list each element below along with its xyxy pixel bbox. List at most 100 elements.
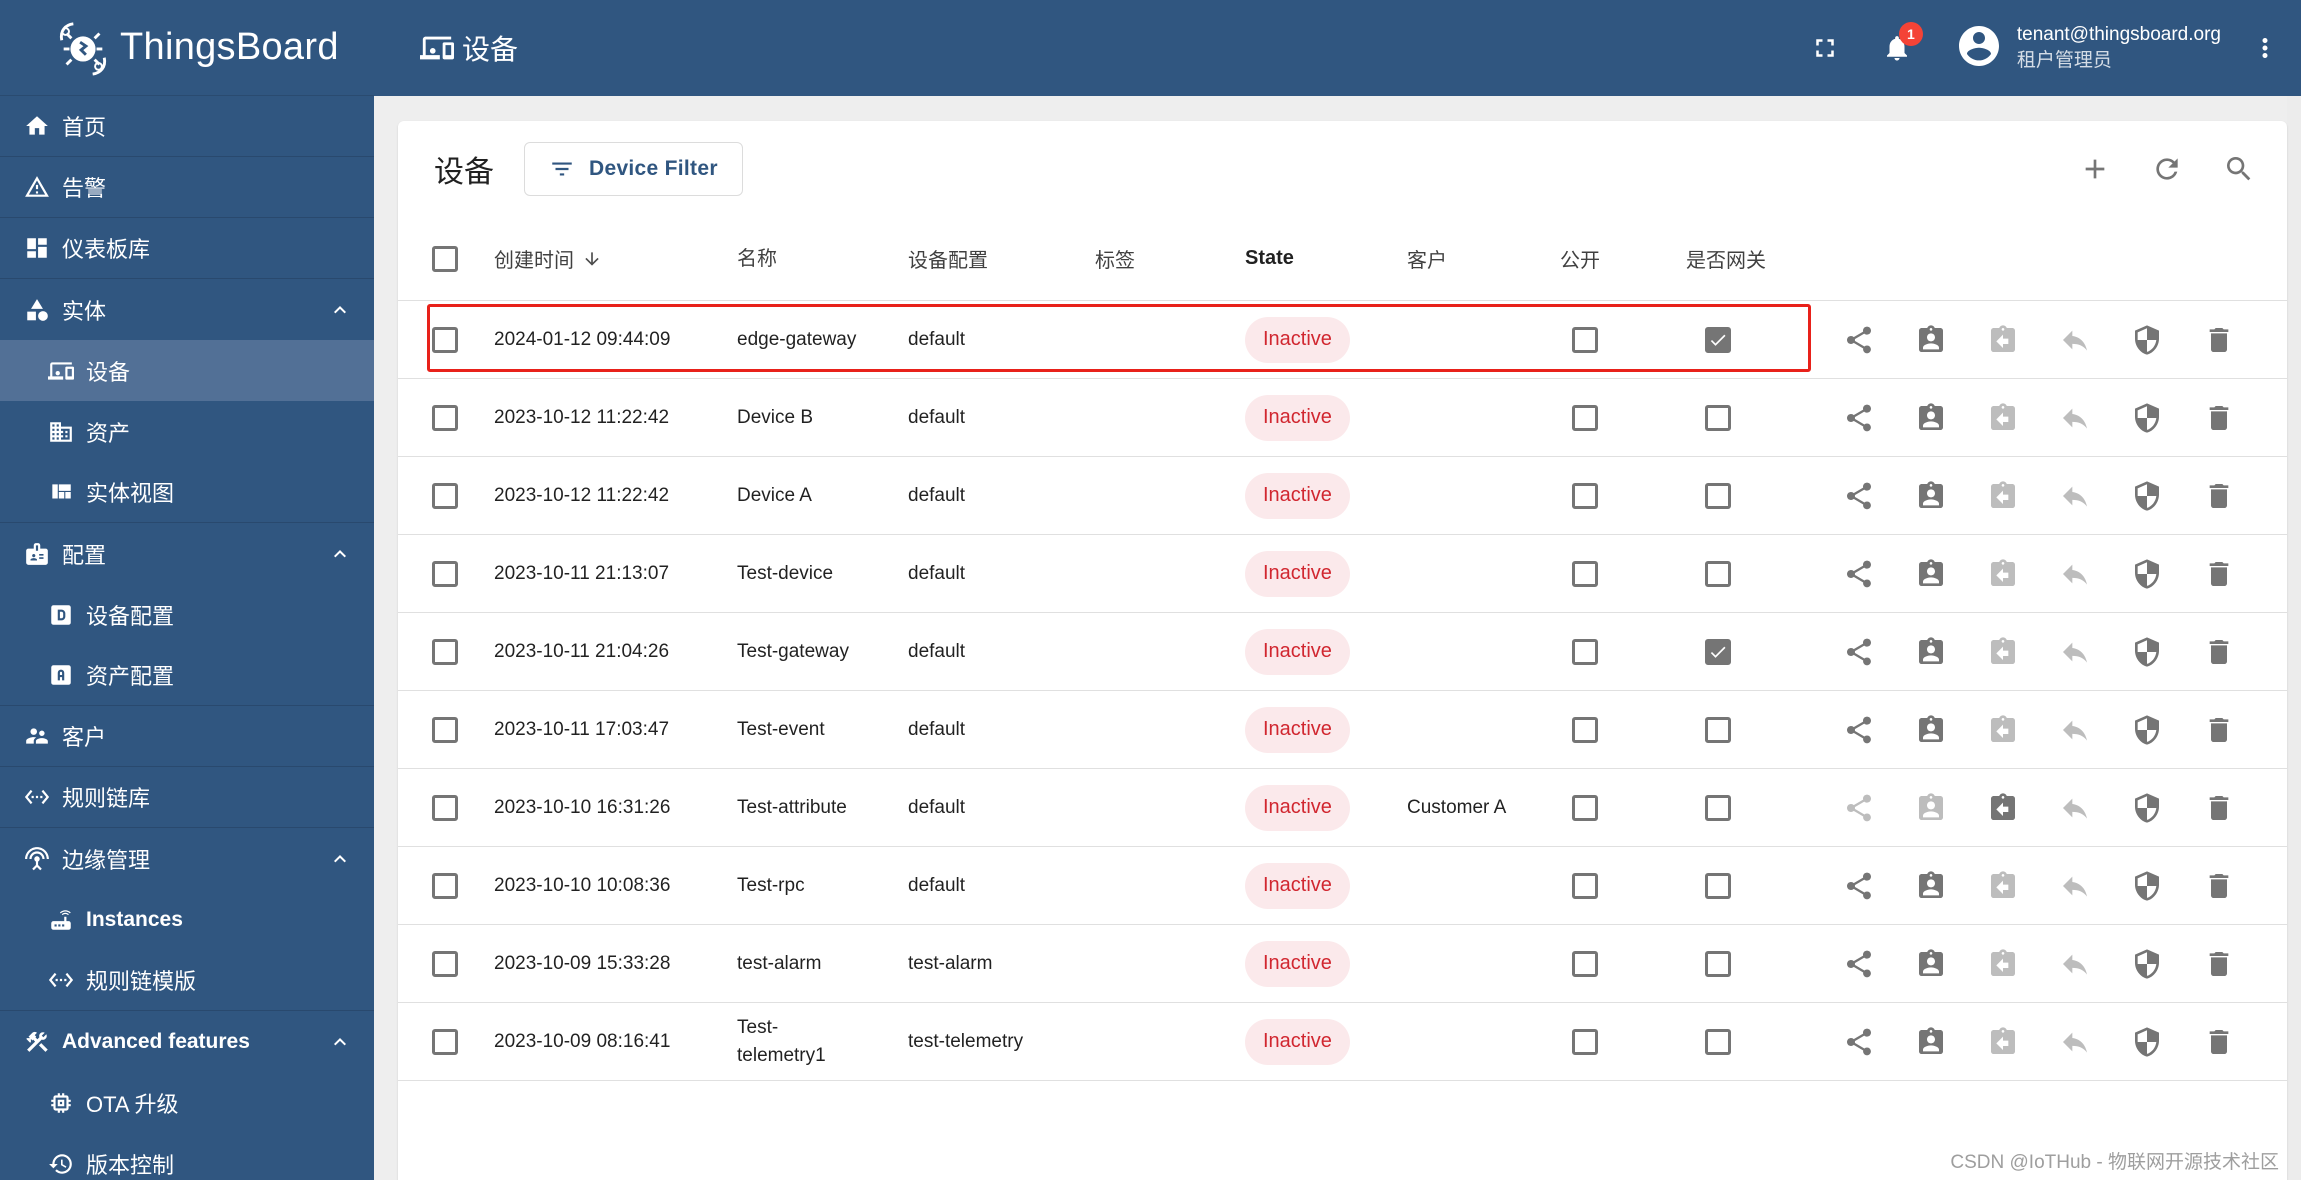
assign-to-customer-button[interactable]	[1907, 940, 1955, 988]
add-device-button[interactable]	[2071, 145, 2119, 193]
manage-credentials-button[interactable]	[2123, 862, 2171, 910]
chevron-up-icon[interactable]	[328, 298, 352, 322]
assign-to-customer-button[interactable]	[1907, 784, 1955, 832]
fullscreen-button[interactable]	[1801, 24, 1849, 72]
unassign-from-customer-button[interactable]	[1979, 316, 2027, 364]
select-all-checkbox[interactable]	[432, 245, 458, 272]
sidebar-item-edge-management[interactable]: 边缘管理	[0, 828, 374, 889]
manage-credentials-button[interactable]	[2123, 394, 2171, 442]
table-row[interactable]: 2023-10-12 11:22:42 Device B default Inacti…	[398, 379, 2287, 457]
table-row[interactable]: 2023-10-10 10:08:36 Test-rpc default Inacti…	[398, 847, 2287, 925]
delete-button[interactable]	[2195, 628, 2243, 676]
share-button[interactable]	[1835, 394, 1883, 442]
unassign-from-edge-button[interactable]	[2051, 940, 2099, 988]
delete-button[interactable]	[2195, 394, 2243, 442]
sidebar-item-profiles[interactable]: 配置	[0, 523, 374, 584]
manage-credentials-button[interactable]	[2123, 550, 2171, 598]
row-select-checkbox[interactable]	[432, 872, 458, 899]
table-row[interactable]: 2023-10-12 11:22:42 Device A default Inacti…	[398, 457, 2287, 535]
sidebar-item-entities[interactable]: 实体	[0, 279, 374, 340]
share-button[interactable]	[1835, 550, 1883, 598]
delete-button[interactable]	[2195, 940, 2243, 988]
sidebar-item-rule-chains[interactable]: 规则链库	[0, 767, 374, 828]
manage-credentials-button[interactable]	[2123, 316, 2171, 364]
row-select-checkbox[interactable]	[432, 482, 458, 509]
row-select-checkbox[interactable]	[432, 1028, 458, 1055]
assign-to-customer-button[interactable]	[1907, 394, 1955, 442]
manage-credentials-button[interactable]	[2123, 628, 2171, 676]
share-button[interactable]	[1835, 940, 1883, 988]
unassign-from-customer-button[interactable]	[1979, 784, 2027, 832]
sidebar-item-devices[interactable]: 设备	[0, 340, 374, 401]
row-select-checkbox[interactable]	[432, 404, 458, 431]
table-row[interactable]: 2023-10-11 21:13:07 Test-device default Ina…	[398, 535, 2287, 613]
manage-credentials-button[interactable]	[2123, 784, 2171, 832]
assign-to-customer-button[interactable]	[1907, 628, 1955, 676]
table-row[interactable]: 2023-10-11 17:03:47 Test-event default Inac…	[398, 691, 2287, 769]
assign-to-customer-button[interactable]	[1907, 706, 1955, 754]
unassign-from-customer-button[interactable]	[1979, 940, 2027, 988]
column-header-label[interactable]: 标签	[1095, 217, 1135, 300]
table-row[interactable]: 2023-10-11 21:04:26 Test-gateway default In…	[398, 613, 2287, 691]
share-button[interactable]	[1835, 862, 1883, 910]
sidebar-item-instances[interactable]: Instances	[0, 889, 374, 950]
sidebar-item-dashboards[interactable]: 仪表板库	[0, 218, 374, 279]
assign-to-customer-button[interactable]	[1907, 862, 1955, 910]
manage-credentials-button[interactable]	[2123, 940, 2171, 988]
share-button[interactable]	[1835, 628, 1883, 676]
column-header-customer[interactable]: 客户	[1407, 217, 1447, 300]
unassign-from-edge-button[interactable]	[2051, 706, 2099, 754]
sidebar-item-version-control[interactable]: 版本控制	[0, 1133, 374, 1180]
assign-to-customer-button[interactable]	[1907, 472, 1955, 520]
table-row[interactable]: 2023-10-09 08:16:41 Test-telemetry1 test-t…	[398, 1003, 2287, 1081]
table-row[interactable]: 2023-10-09 15:33:28 test-alarm test-alarm I…	[398, 925, 2287, 1003]
unassign-from-customer-button[interactable]	[1979, 550, 2027, 598]
delete-button[interactable]	[2195, 472, 2243, 520]
row-select-checkbox[interactable]	[432, 794, 458, 821]
delete-button[interactable]	[2195, 706, 2243, 754]
unassign-from-customer-button[interactable]	[1979, 472, 2027, 520]
more-menu-button[interactable]	[2241, 24, 2289, 72]
sidebar-item-ota-updates[interactable]: OTA 升级	[0, 1072, 374, 1133]
share-button[interactable]	[1835, 1018, 1883, 1066]
delete-button[interactable]	[2195, 316, 2243, 364]
unassign-from-customer-button[interactable]	[1979, 628, 2027, 676]
manage-credentials-button[interactable]	[2123, 472, 2171, 520]
row-select-checkbox[interactable]	[432, 560, 458, 587]
sidebar-item-customers[interactable]: 客户	[0, 706, 374, 767]
column-header-device-profile[interactable]: 设备配置	[908, 217, 988, 300]
delete-button[interactable]	[2195, 784, 2243, 832]
user-menu[interactable]: tenant@thingsboard.org 租户管理员	[1955, 22, 2221, 75]
share-button[interactable]	[1835, 472, 1883, 520]
device-filter-button[interactable]: Device Filter	[524, 142, 743, 196]
share-button[interactable]	[1835, 784, 1883, 832]
scrollbar[interactable]	[2287, 96, 2301, 1180]
sidebar-item-alarms[interactable]: 告警	[0, 157, 374, 218]
delete-button[interactable]	[2195, 862, 2243, 910]
unassign-from-edge-button[interactable]	[2051, 472, 2099, 520]
row-select-checkbox[interactable]	[432, 950, 458, 977]
unassign-from-edge-button[interactable]	[2051, 316, 2099, 364]
sidebar-item-advanced-features[interactable]: Advanced features	[0, 1011, 374, 1072]
search-button[interactable]	[2215, 145, 2263, 193]
notifications-button[interactable]: 1	[1873, 22, 1923, 72]
sidebar-item-home[interactable]: 首页	[0, 96, 374, 157]
manage-credentials-button[interactable]	[2123, 706, 2171, 754]
unassign-from-customer-button[interactable]	[1979, 1018, 2027, 1066]
unassign-from-edge-button[interactable]	[2051, 628, 2099, 676]
brand-logo[interactable]: ThingsBoard	[0, 0, 374, 96]
delete-button[interactable]	[2195, 1018, 2243, 1066]
chevron-up-icon[interactable]	[328, 1030, 352, 1054]
share-button[interactable]	[1835, 316, 1883, 364]
table-row[interactable]: 2023-10-10 16:31:26 Test-attribute default…	[398, 769, 2287, 847]
column-header-created-time[interactable]: 创建时间	[494, 217, 602, 300]
row-select-checkbox[interactable]	[432, 716, 458, 743]
column-header-name[interactable]: 名称	[737, 217, 897, 300]
unassign-from-customer-button[interactable]	[1979, 394, 2027, 442]
assign-to-customer-button[interactable]	[1907, 1018, 1955, 1066]
chevron-up-icon[interactable]	[328, 847, 352, 871]
sidebar-item-rule-chain-templates[interactable]: 规则链模版	[0, 950, 374, 1011]
row-select-checkbox[interactable]	[432, 638, 458, 665]
sidebar-item-asset-profiles[interactable]: 资产配置	[0, 645, 374, 706]
delete-button[interactable]	[2195, 550, 2243, 598]
